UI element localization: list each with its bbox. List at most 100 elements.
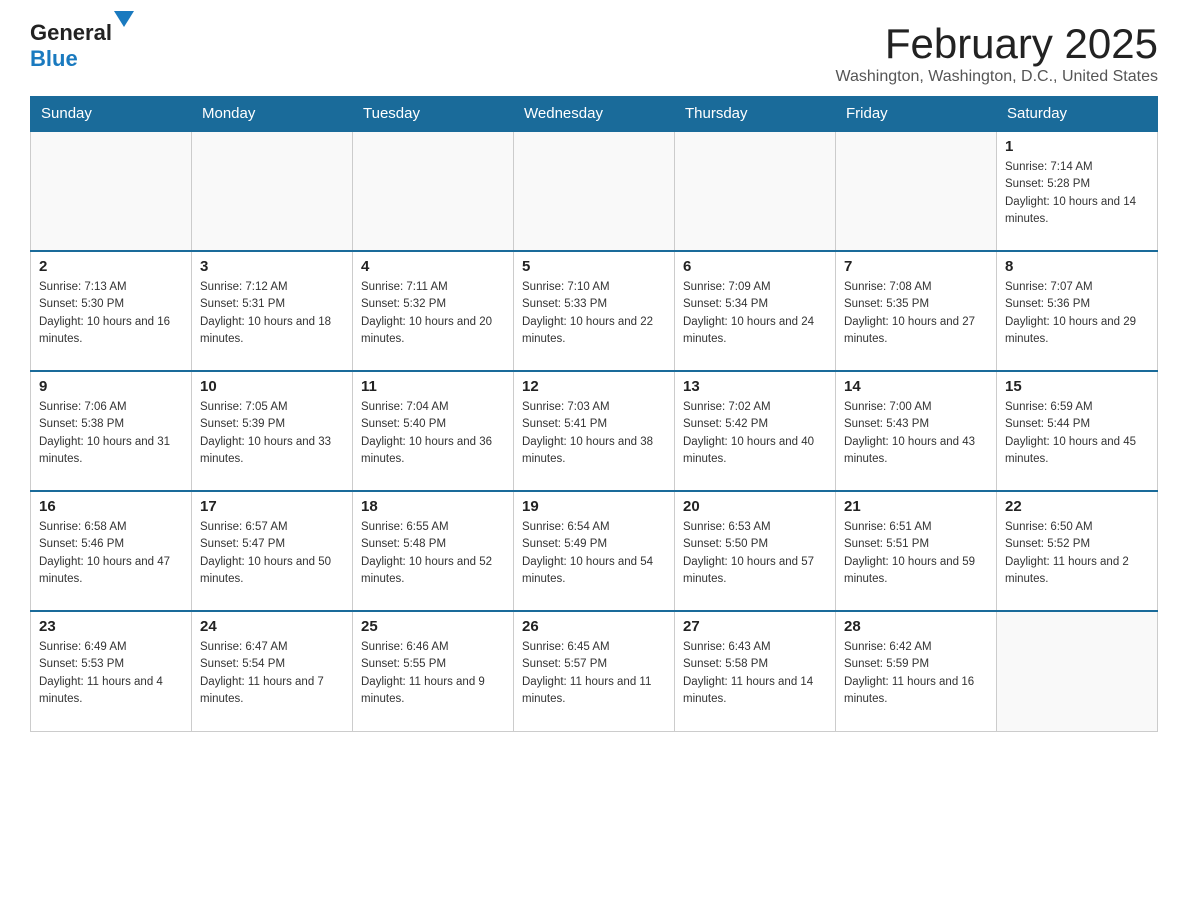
- day-number: 1: [1005, 138, 1149, 155]
- day-number: 16: [39, 498, 183, 515]
- day-number: 17: [200, 498, 344, 515]
- day-info: Sunrise: 7:12 AMSunset: 5:31 PMDaylight:…: [200, 279, 344, 348]
- calendar-cell-w5-d2: 24 Sunrise: 6:47 AMSunset: 5:54 PMDayligh…: [192, 611, 353, 731]
- day-number: 3: [200, 258, 344, 275]
- day-number: 24: [200, 618, 344, 635]
- day-number: 21: [844, 498, 988, 515]
- logo-icon: [114, 11, 134, 44]
- calendar-cell-w2-d1: 2 Sunrise: 7:13 AMSunset: 5:30 PMDaylight…: [31, 251, 192, 371]
- day-info: Sunrise: 6:43 AMSunset: 5:58 PMDaylight:…: [683, 639, 827, 708]
- calendar-cell-w2-d4: 5 Sunrise: 7:10 AMSunset: 5:33 PMDaylight…: [514, 251, 675, 371]
- day-info: Sunrise: 7:08 AMSunset: 5:35 PMDaylight:…: [844, 279, 988, 348]
- calendar-cell-w1-d1: [31, 131, 192, 251]
- calendar-cell-w4-d5: 20Sunrise: 6:53 AMSunset: 5:50 PMDayligh…: [675, 491, 836, 611]
- calendar-cell-w3-d6: 14 Sunrise: 7:00 AMSunset: 5:43 PMDayligh…: [836, 371, 997, 491]
- calendar-cell-w3-d4: 12 Sunrise: 7:03 AMSunset: 5:41 PMDayligh…: [514, 371, 675, 491]
- day-number: 2: [39, 258, 183, 275]
- calendar-cell-w2-d5: 6 Sunrise: 7:09 AMSunset: 5:34 PMDaylight…: [675, 251, 836, 371]
- day-number: 18: [361, 498, 505, 515]
- day-info: Sunrise: 7:14 AMSunset: 5:28 PMDaylight:…: [1005, 159, 1149, 228]
- day-number: 8: [1005, 258, 1149, 275]
- calendar-cell-w1-d2: [192, 131, 353, 251]
- week-row-3: 9 Sunrise: 7:06 AMSunset: 5:38 PMDaylight…: [31, 371, 1158, 491]
- calendar-cell-w4-d7: 22 Sunrise: 6:50 AMSunset: 5:52 PMDayligh…: [997, 491, 1158, 611]
- day-info: Sunrise: 7:05 AMSunset: 5:39 PMDaylight:…: [200, 399, 344, 468]
- day-info: Sunrise: 6:49 AMSunset: 5:53 PMDaylight:…: [39, 639, 183, 708]
- day-info: Sunrise: 6:42 AMSunset: 5:59 PMDaylight:…: [844, 639, 988, 708]
- calendar-cell-w4-d1: 16Sunrise: 6:58 AMSunset: 5:46 PMDayligh…: [31, 491, 192, 611]
- title-area: February 2025 Washington, Washington, D.…: [835, 20, 1158, 86]
- calendar-cell-w5-d4: 26 Sunrise: 6:45 AMSunset: 5:57 PMDayligh…: [514, 611, 675, 731]
- calendar-cell-w3-d3: 11Sunrise: 7:04 AMSunset: 5:40 PMDayligh…: [353, 371, 514, 491]
- header-saturday: Saturday: [997, 97, 1158, 132]
- header-thursday: Thursday: [675, 97, 836, 132]
- day-info: Sunrise: 7:06 AMSunset: 5:38 PMDaylight:…: [39, 399, 183, 468]
- month-title: February 2025: [835, 20, 1158, 68]
- day-number: 23: [39, 618, 183, 635]
- day-info: Sunrise: 6:59 AMSunset: 5:44 PMDaylight:…: [1005, 399, 1149, 468]
- day-info: Sunrise: 7:11 AMSunset: 5:32 PMDaylight:…: [361, 279, 505, 348]
- day-info: Sunrise: 6:51 AMSunset: 5:51 PMDaylight:…: [844, 519, 988, 588]
- day-info: Sunrise: 7:00 AMSunset: 5:43 PMDaylight:…: [844, 399, 988, 468]
- calendar-cell-w4-d4: 19Sunrise: 6:54 AMSunset: 5:49 PMDayligh…: [514, 491, 675, 611]
- day-number: 7: [844, 258, 988, 275]
- day-number: 13: [683, 378, 827, 395]
- calendar-cell-w3-d2: 10 Sunrise: 7:05 AMSunset: 5:39 PMDayligh…: [192, 371, 353, 491]
- logo-text: General Blue: [30, 20, 134, 72]
- day-info: Sunrise: 7:07 AMSunset: 5:36 PMDaylight:…: [1005, 279, 1149, 348]
- calendar-cell-w5-d1: 23 Sunrise: 6:49 AMSunset: 5:53 PMDayligh…: [31, 611, 192, 731]
- day-info: Sunrise: 6:53 AMSunset: 5:50 PMDaylight:…: [683, 519, 827, 588]
- calendar-cell-w3-d1: 9 Sunrise: 7:06 AMSunset: 5:38 PMDaylight…: [31, 371, 192, 491]
- day-number: 9: [39, 378, 183, 395]
- logo-blue: Blue: [30, 46, 78, 71]
- day-number: 10: [200, 378, 344, 395]
- logo: General Blue: [30, 20, 134, 72]
- day-info: Sunrise: 6:45 AMSunset: 5:57 PMDaylight:…: [522, 639, 666, 708]
- header-tuesday: Tuesday: [353, 97, 514, 132]
- calendar-cell-w2-d2: 3 Sunrise: 7:12 AMSunset: 5:31 PMDaylight…: [192, 251, 353, 371]
- calendar-cell-w4-d6: 21 Sunrise: 6:51 AMSunset: 5:51 PMDayligh…: [836, 491, 997, 611]
- day-number: 4: [361, 258, 505, 275]
- day-info: Sunrise: 6:50 AMSunset: 5:52 PMDaylight:…: [1005, 519, 1149, 588]
- day-number: 22: [1005, 498, 1149, 515]
- header-sunday: Sunday: [31, 97, 192, 132]
- calendar-cell-w3-d5: 13 Sunrise: 7:02 AMSunset: 5:42 PMDayligh…: [675, 371, 836, 491]
- header-wednesday: Wednesday: [514, 97, 675, 132]
- calendar-table: Sunday Monday Tuesday Wednesday Thursday…: [30, 96, 1158, 732]
- day-number: 25: [361, 618, 505, 635]
- calendar-cell-w5-d5: 27 Sunrise: 6:43 AMSunset: 5:58 PMDayligh…: [675, 611, 836, 731]
- day-number: 11: [361, 378, 505, 395]
- calendar-cell-w2-d3: 4 Sunrise: 7:11 AMSunset: 5:32 PMDaylight…: [353, 251, 514, 371]
- day-info: Sunrise: 7:10 AMSunset: 5:33 PMDaylight:…: [522, 279, 666, 348]
- week-row-5: 23 Sunrise: 6:49 AMSunset: 5:53 PMDayligh…: [31, 611, 1158, 731]
- day-number: 19: [522, 498, 666, 515]
- day-number: 6: [683, 258, 827, 275]
- day-info: Sunrise: 6:55 AMSunset: 5:48 PMDaylight:…: [361, 519, 505, 588]
- calendar-cell-w1-d7: 1 Sunrise: 7:14 AMSunset: 5:28 PMDaylight…: [997, 131, 1158, 251]
- page-header: General Blue February 2025 Washington, W…: [30, 20, 1158, 86]
- calendar-cell-w4-d2: 17 Sunrise: 6:57 AMSunset: 5:47 PMDayligh…: [192, 491, 353, 611]
- week-row-1: 1 Sunrise: 7:14 AMSunset: 5:28 PMDaylight…: [31, 131, 1158, 251]
- calendar-cell-w5-d7: [997, 611, 1158, 731]
- calendar-cell-w4-d3: 18 Sunrise: 6:55 AMSunset: 5:48 PMDayligh…: [353, 491, 514, 611]
- calendar-cell-w2-d6: 7 Sunrise: 7:08 AMSunset: 5:35 PMDaylight…: [836, 251, 997, 371]
- day-number: 27: [683, 618, 827, 635]
- weekday-header-row: Sunday Monday Tuesday Wednesday Thursday…: [31, 97, 1158, 132]
- day-info: Sunrise: 6:57 AMSunset: 5:47 PMDaylight:…: [200, 519, 344, 588]
- calendar-cell-w1-d6: [836, 131, 997, 251]
- week-row-2: 2 Sunrise: 7:13 AMSunset: 5:30 PMDaylight…: [31, 251, 1158, 371]
- day-info: Sunrise: 7:02 AMSunset: 5:42 PMDaylight:…: [683, 399, 827, 468]
- day-number: 14: [844, 378, 988, 395]
- day-number: 15: [1005, 378, 1149, 395]
- week-row-4: 16Sunrise: 6:58 AMSunset: 5:46 PMDayligh…: [31, 491, 1158, 611]
- calendar-cell-w5-d6: 28Sunrise: 6:42 AMSunset: 5:59 PMDayligh…: [836, 611, 997, 731]
- day-number: 5: [522, 258, 666, 275]
- day-info: Sunrise: 7:09 AMSunset: 5:34 PMDaylight:…: [683, 279, 827, 348]
- calendar-cell-w2-d7: 8 Sunrise: 7:07 AMSunset: 5:36 PMDaylight…: [997, 251, 1158, 371]
- location-subtitle: Washington, Washington, D.C., United Sta…: [835, 68, 1158, 86]
- day-info: Sunrise: 6:47 AMSunset: 5:54 PMDaylight:…: [200, 639, 344, 708]
- day-number: 26: [522, 618, 666, 635]
- day-number: 12: [522, 378, 666, 395]
- day-info: Sunrise: 7:03 AMSunset: 5:41 PMDaylight:…: [522, 399, 666, 468]
- day-info: Sunrise: 7:13 AMSunset: 5:30 PMDaylight:…: [39, 279, 183, 348]
